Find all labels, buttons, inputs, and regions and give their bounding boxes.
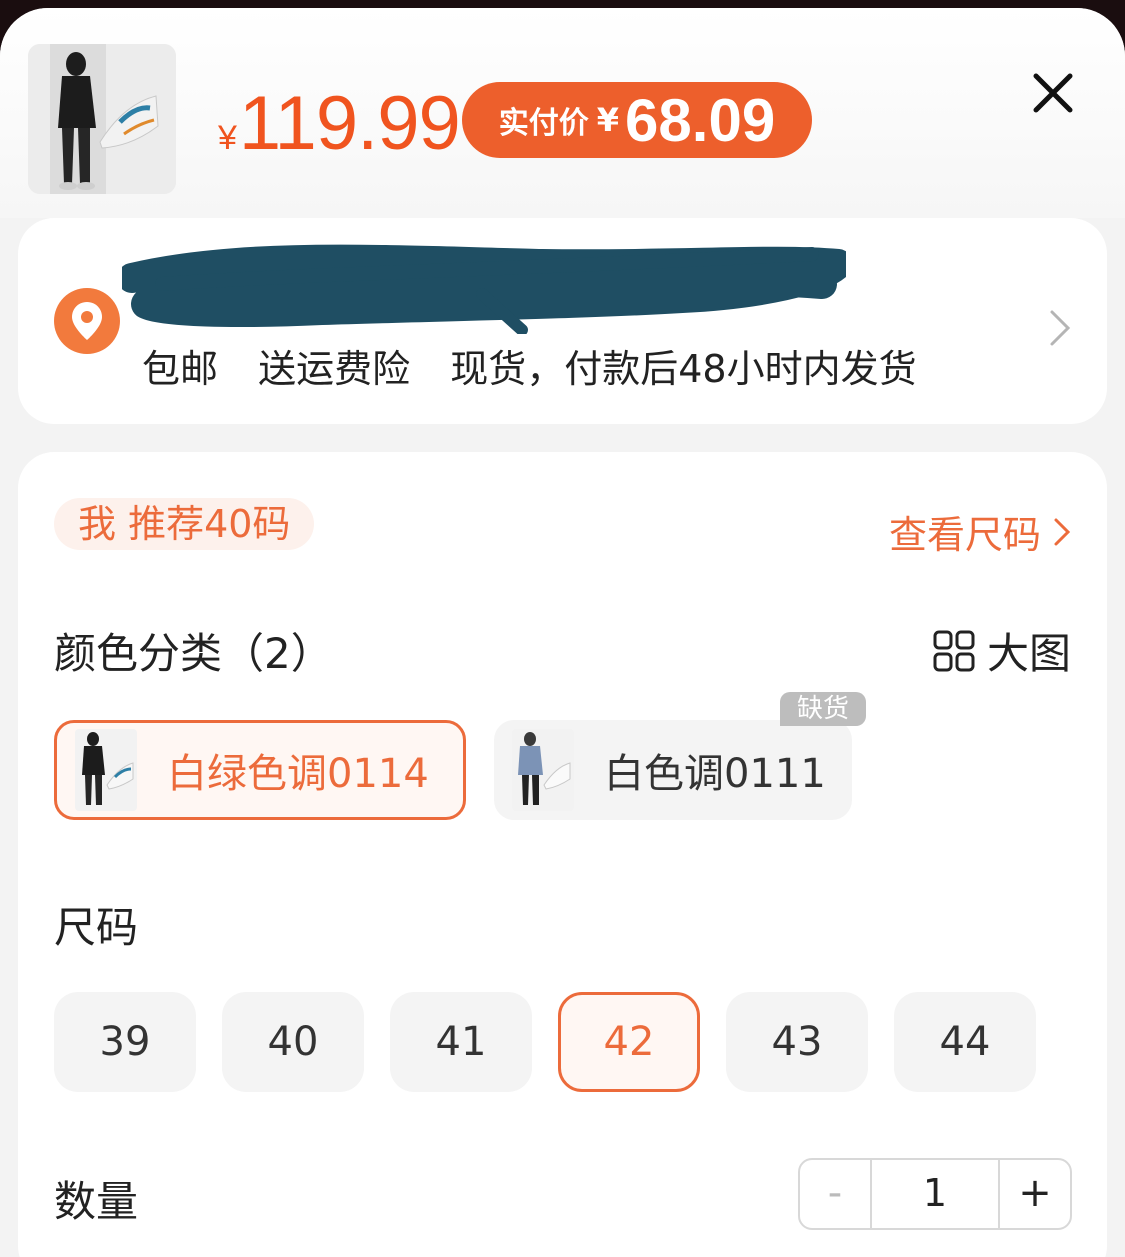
size-recommendation: 我 推荐40码 — [54, 498, 315, 550]
big-image-label: 大图 — [986, 629, 1071, 678]
quantity-value[interactable]: 1 — [870, 1160, 1000, 1228]
quantity-increment-button[interactable]: + — [1000, 1160, 1070, 1228]
address-card[interactable]: 包邮 送运费险 现货，付款后48小时内发货 — [18, 218, 1107, 424]
price-value: 119.99 — [238, 81, 461, 166]
shipping-insurance-tag: 送运费险 — [258, 347, 411, 391]
product-thumbnail[interactable] — [28, 44, 176, 194]
size-option-43[interactable]: 43 — [726, 992, 868, 1092]
location-pin-icon — [54, 288, 120, 354]
shipping-info: 包邮 送运费险 现货，付款后48小时内发货 — [142, 338, 945, 393]
price-currency: ¥ — [218, 119, 237, 157]
size-option-44[interactable]: 44 — [894, 992, 1036, 1092]
redaction-scribble — [122, 244, 846, 334]
sku-sheet: ¥ 119.99 实付价 ¥ 68.09 包邮 送运费险 现货，付款后48小时内… — [0, 8, 1125, 1257]
quantity-section-title: 数量 — [54, 1177, 139, 1226]
quantity-stepper: - 1 + — [798, 1158, 1072, 1230]
out-of-stock-badge: 缺货 — [780, 692, 866, 726]
size-option-40[interactable]: 40 — [222, 992, 364, 1092]
shipping-stock-tag: 现货，付款后48小时内发货 — [450, 347, 917, 391]
size-option-41[interactable]: 41 — [390, 992, 532, 1092]
spec-card: 我 推荐40码 查看尺码 颜色分类（2） 大图 白绿色调0114 白色调0111… — [18, 452, 1107, 1257]
color-option-label: 白色调0111 — [604, 751, 826, 797]
color-thumbnail — [75, 729, 137, 811]
chevron-right-icon — [1054, 518, 1071, 545]
color-thumbnail — [512, 729, 574, 811]
size-option-42[interactable]: 42 — [558, 992, 700, 1092]
size-section-title: 尺码 — [54, 903, 139, 952]
shipping-free-tag: 包邮 — [142, 347, 219, 391]
close-icon[interactable] — [1030, 70, 1076, 116]
color-option-white-green[interactable]: 白绿色调0114 — [54, 720, 466, 820]
color-option-label: 白绿色调0114 — [167, 751, 429, 797]
size-option-39[interactable]: 39 — [54, 992, 196, 1092]
sku-header: ¥ 119.99 实付价 ¥ 68.09 — [0, 8, 1125, 218]
chevron-right-icon — [1050, 310, 1071, 346]
quantity-decrement-button[interactable]: - — [800, 1160, 870, 1228]
product-image — [28, 44, 176, 194]
size-guide-label: 查看尺码 — [888, 513, 1041, 557]
original-price: ¥ 119.99 — [218, 80, 461, 166]
size-guide-link[interactable]: 查看尺码 — [889, 504, 1071, 559]
color-option-white[interactable]: 白色调0111 — [494, 720, 852, 820]
color-section-title: 颜色分类（2） — [54, 629, 333, 678]
actual-price-label: 实付价 — [498, 106, 589, 141]
actual-price-value: 68.09 — [625, 86, 776, 154]
big-image-toggle[interactable]: 大图 — [933, 620, 1071, 681]
actual-price-currency: ¥ — [596, 101, 620, 139]
actual-price-badge: 实付价 ¥ 68.09 — [462, 82, 812, 158]
grid-icon — [933, 630, 975, 671]
